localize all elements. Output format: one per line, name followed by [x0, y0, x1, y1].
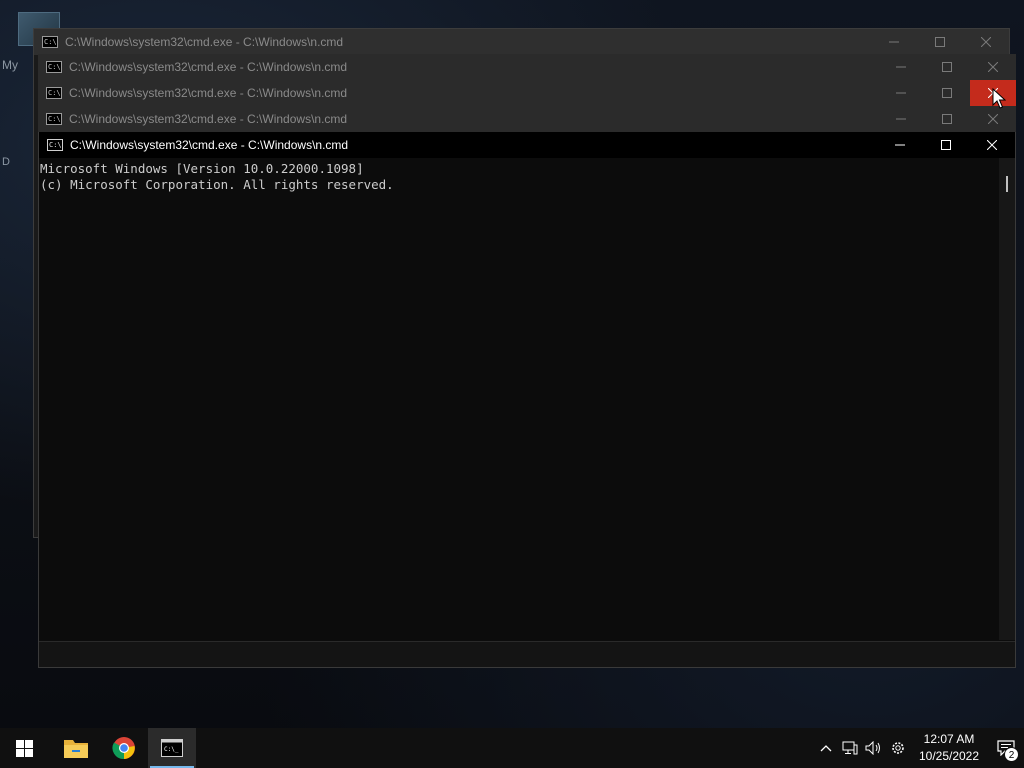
maximize-button[interactable]	[917, 29, 963, 55]
window-titlebar[interactable]: C:\ C:\Windows\system32\cmd.exe - C:\Win…	[38, 106, 1016, 132]
window-titlebar[interactable]: C:\ C:\Windows\system32\cmd.exe - C:\Win…	[39, 132, 1015, 158]
maximize-button[interactable]	[924, 106, 970, 132]
taskbar-clock[interactable]: 12:07 AM 10/25/2022	[916, 731, 982, 765]
window-title: C:\Windows\system32\cmd.exe - C:\Windows…	[65, 35, 344, 49]
cmd-icon: C:\_	[161, 739, 183, 757]
scrollbar-thumb[interactable]	[1006, 176, 1008, 192]
window-titlebar[interactable]: C:\ C:\Windows\system32\cmd.exe - C:\Win…	[38, 54, 1016, 80]
start-button[interactable]	[0, 728, 48, 768]
network-icon[interactable]	[838, 728, 862, 768]
clock-time: 12:07 AM	[923, 732, 975, 746]
maximize-button[interactable]	[924, 80, 970, 106]
maximize-button[interactable]	[924, 54, 970, 80]
cmd-window[interactable]: C:\ C:\Windows\system32\cmd.exe - C:\Win…	[38, 54, 1016, 80]
gear-icon[interactable]	[886, 728, 910, 768]
window-title: C:\Windows\system32\cmd.exe - C:\Windows…	[69, 60, 348, 74]
chrome-button[interactable]	[100, 728, 148, 768]
cmd-window[interactable]: C:\ C:\Windows\system32\cmd.exe - C:\Win…	[38, 106, 1016, 132]
volume-icon[interactable]	[862, 728, 886, 768]
notification-center-button[interactable]: 2	[988, 728, 1024, 768]
window-title: C:\Windows\system32\cmd.exe - C:\Windows…	[70, 138, 349, 152]
cmd-icon: C:\	[46, 87, 62, 99]
cmd-icon: C:\	[46, 61, 62, 73]
close-button[interactable]	[969, 132, 1015, 158]
vertical-scrollbar[interactable]	[999, 158, 1015, 640]
mouse-pointer-icon	[992, 87, 1007, 115]
close-button[interactable]	[970, 54, 1016, 80]
close-button[interactable]	[963, 29, 1009, 55]
minimize-button[interactable]	[878, 54, 924, 80]
cmd-window-active[interactable]: C:\ C:\Windows\system32\cmd.exe - C:\Win…	[38, 132, 1016, 668]
chrome-icon	[112, 737, 135, 760]
file-explorer-button[interactable]	[52, 728, 100, 768]
folder-icon	[64, 740, 88, 758]
console-output[interactable]: Microsoft Windows [Version 10.0.22000.10…	[39, 158, 1015, 642]
window-title: C:\Windows\system32\cmd.exe - C:\Windows…	[69, 86, 348, 100]
svg-text:C:\_: C:\_	[164, 746, 179, 753]
console-line: Microsoft Windows [Version 10.0.22000.10…	[40, 161, 364, 176]
chevron-up-icon[interactable]	[814, 728, 838, 768]
window-title: C:\Windows\system32\cmd.exe - C:\Windows…	[69, 112, 348, 126]
desktop-label: D	[2, 156, 10, 168]
minimize-button[interactable]	[877, 132, 923, 158]
cmd-window[interactable]: C:\ C:\Windows\system32\cmd.exe - C:\Win…	[38, 80, 1016, 106]
windows-logo-icon	[15, 739, 33, 757]
minimize-button[interactable]	[878, 106, 924, 132]
minimize-button[interactable]	[871, 29, 917, 55]
window-titlebar[interactable]: C:\ C:\Windows\system32\cmd.exe - C:\Win…	[34, 29, 1009, 55]
minimize-button[interactable]	[878, 80, 924, 106]
clock-date: 10/25/2022	[918, 749, 980, 763]
taskbar: C:\_ 12:07 AM 10/25/2022 2	[0, 728, 1024, 768]
cmd-icon: C:\	[46, 113, 62, 125]
horizontal-scrollbar[interactable]	[39, 641, 1015, 667]
system-tray: 12:07 AM 10/25/2022 2	[814, 728, 1024, 768]
maximize-button[interactable]	[923, 132, 969, 158]
desktop-label: My	[2, 58, 18, 72]
command-prompt-taskbar-button[interactable]: C:\_	[148, 728, 196, 768]
console-line: (c) Microsoft Corporation. All rights re…	[40, 177, 394, 192]
cmd-icon: C:\	[42, 36, 58, 48]
window-titlebar[interactable]: C:\ C:\Windows\system32\cmd.exe - C:\Win…	[38, 80, 1016, 106]
cmd-icon: C:\	[47, 139, 63, 151]
notification-count-badge: 2	[1004, 747, 1019, 762]
